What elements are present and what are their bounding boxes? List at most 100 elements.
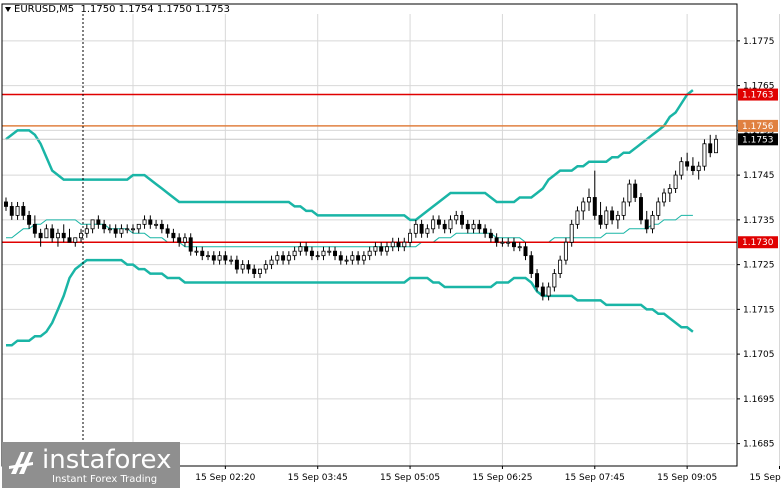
y-tick-label: 1.1775: [743, 37, 775, 47]
candle-body: [627, 183, 632, 203]
candle-body: [113, 228, 118, 234]
candle-body: [425, 228, 430, 234]
candle-body: [263, 264, 268, 270]
candle-body: [361, 255, 366, 261]
candle-body: [67, 237, 72, 243]
candle-body: [379, 246, 384, 252]
x-tick-label: 15 Sep 02:20: [195, 473, 255, 483]
candle-body: [471, 223, 476, 230]
logo-tagline-text: Instant Forex Trading: [52, 474, 158, 485]
candle-body: [690, 165, 695, 172]
candle-body: [367, 250, 372, 257]
candle-body: [442, 223, 447, 230]
candle-body: [454, 214, 459, 221]
dropdown-triangle-icon[interactable]: [5, 6, 11, 12]
candle-body: [373, 246, 378, 252]
level-tag: 1.1730: [742, 238, 774, 248]
candle-body: [615, 214, 620, 221]
candle-body: [321, 250, 326, 257]
candle-body: [131, 228, 135, 231]
candle-body: [298, 246, 303, 252]
candle-body: [107, 228, 112, 231]
candle-body: [390, 241, 395, 248]
y-tick-label: 1.1745: [743, 171, 775, 181]
x-tick-label: 15 Sep 09:05: [657, 473, 717, 483]
candle-body: [535, 273, 540, 288]
candle-body: [431, 219, 436, 230]
candle-body: [488, 232, 493, 239]
candle-body: [9, 206, 14, 216]
y-tick-label: 1.1695: [743, 395, 775, 405]
candle-body: [483, 228, 488, 234]
candle-body: [546, 286, 551, 297]
candle-body: [563, 241, 568, 261]
candle-body: [165, 228, 170, 234]
ohlc-readout: 1.1750 1.1754 1.1750 1.1753: [80, 4, 230, 15]
y-tick-label: 1.1705: [743, 350, 775, 360]
candle-body: [4, 201, 8, 207]
candle-body: [650, 214, 655, 230]
candle-body: [327, 250, 332, 253]
x-tick-label: 15 Sep 06:25: [472, 473, 532, 483]
candle-body: [581, 201, 586, 212]
candle-body: [702, 143, 707, 167]
candle-body: [177, 237, 182, 243]
candle-body: [673, 174, 678, 189]
logo-brand-text: instaforex: [42, 445, 172, 475]
candle-body: [638, 197, 643, 221]
candle-body: [61, 232, 66, 239]
x-tick-label: 15 Sep 03:45: [288, 473, 348, 483]
candle-body: [436, 219, 441, 225]
y-tick-label: 1.1735: [743, 216, 775, 226]
candle-body: [384, 246, 389, 252]
instaforex-logo: instaforex Instant Forex Trading: [2, 442, 180, 488]
candle-body: [84, 228, 89, 234]
candle-body: [592, 197, 597, 216]
candle-body: [419, 223, 424, 234]
candle-body: [356, 255, 361, 261]
candle-body: [194, 250, 199, 253]
candle-body: [217, 255, 222, 261]
candle-body: [338, 255, 343, 261]
candle-body: [315, 255, 320, 258]
candle-body: [223, 255, 228, 261]
candle-body: [55, 232, 60, 239]
candle-body: [275, 255, 280, 261]
candle-body: [477, 223, 482, 230]
candle-body: [408, 232, 413, 243]
candle-body: [333, 250, 338, 257]
candle-body: [32, 223, 37, 234]
candle-body: [460, 214, 465, 225]
candle: [702, 139, 707, 171]
candle-body: [292, 250, 297, 257]
candle-body: [148, 219, 153, 225]
candle-body: [633, 183, 638, 198]
candle-body: [465, 223, 470, 230]
candle-body: [188, 237, 193, 252]
candle-body: [269, 259, 274, 266]
candle-body: [211, 255, 216, 261]
level-tag: 1.1756: [742, 122, 774, 132]
candle-body: [182, 237, 187, 243]
candle-body: [575, 210, 580, 225]
candle-body: [79, 232, 84, 239]
candle-body: [708, 143, 713, 154]
candle-body: [309, 250, 314, 257]
candle-body: [252, 268, 257, 274]
current-price-tag: 1.1753: [742, 135, 774, 145]
candle-body: [506, 241, 511, 244]
candle: [638, 193, 643, 225]
candle-body: [696, 165, 701, 172]
price-chart[interactable]: 1.17751.17651.17551.17451.17351.17251.17…: [0, 0, 781, 489]
candle-body: [73, 237, 78, 243]
instaforex-logo-icon: [9, 452, 33, 474]
candle-body: [662, 192, 667, 203]
candle-body: [448, 219, 453, 230]
candle-body: [206, 255, 211, 258]
candle-body: [27, 214, 32, 225]
candle-body: [136, 223, 141, 230]
candle-body: [125, 228, 130, 231]
chart-canvas[interactable]: 1.17751.17651.17551.17451.17351.17251.17…: [0, 0, 781, 489]
candle-body: [558, 259, 563, 274]
candle-body: [494, 237, 499, 243]
